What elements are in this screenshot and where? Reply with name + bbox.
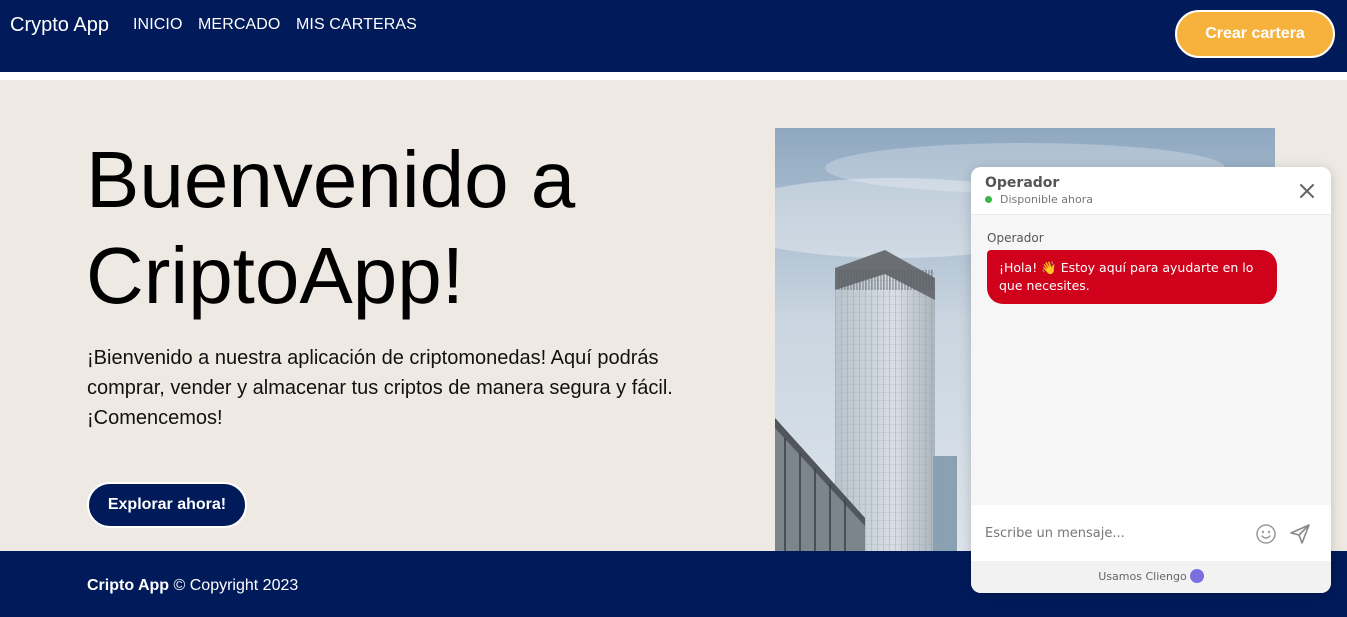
- footer-copyright: Cripto App © Copyright 2023: [87, 577, 298, 595]
- app-root: Crypto App INICIO MERCADO MIS CARTERAS C…: [0, 0, 1347, 617]
- hero-title: Buenvenido a CriptoApp!: [86, 135, 576, 320]
- chat-input-area: [971, 505, 1331, 561]
- chat-header: Operador Disponible ahora: [971, 167, 1331, 215]
- powered-by-text: Usamos Cliengo: [1098, 570, 1187, 583]
- cliengo-logo-icon[interactable]: [1189, 569, 1204, 583]
- brand-logo-link[interactable]: Crypto App: [10, 14, 109, 37]
- create-wallet-button[interactable]: Crear cartera: [1175, 10, 1335, 58]
- close-icon[interactable]: [1297, 181, 1317, 201]
- footer-copyright-text: © Copyright 2023: [169, 577, 299, 594]
- online-status-icon: [985, 196, 992, 203]
- chat-powered-by: Usamos Cliengo: [971, 561, 1331, 593]
- chat-status-text: Disponible ahora: [1000, 193, 1094, 206]
- send-icon[interactable]: [1288, 522, 1312, 546]
- chat-widget: Operador Disponible ahora Operador ¡Hola…: [971, 167, 1331, 593]
- nav-link-inicio[interactable]: INICIO: [133, 16, 183, 34]
- hero-description: ¡Bienvenido a nuestra aplicación de crip…: [87, 347, 673, 429]
- chat-operator-name: Operador: [985, 175, 1060, 191]
- message-sender-label: Operador: [987, 231, 1044, 245]
- navbar: Crypto App INICIO MERCADO MIS CARTERAS C…: [0, 0, 1347, 72]
- operator-message-bubble: ¡Hola! 👋 Estoy aquí para ayudarte en lo …: [987, 250, 1277, 304]
- header-divider: [0, 72, 1347, 80]
- explore-now-button[interactable]: Explorar ahora!: [87, 482, 247, 528]
- nav-link-mercado[interactable]: MERCADO: [198, 16, 280, 34]
- nav-link-mis-carteras[interactable]: MIS CARTERAS: [296, 16, 417, 34]
- emoji-icon[interactable]: [1255, 523, 1277, 545]
- chat-message-input[interactable]: [985, 519, 1245, 547]
- footer-brand: Cripto App: [87, 577, 170, 594]
